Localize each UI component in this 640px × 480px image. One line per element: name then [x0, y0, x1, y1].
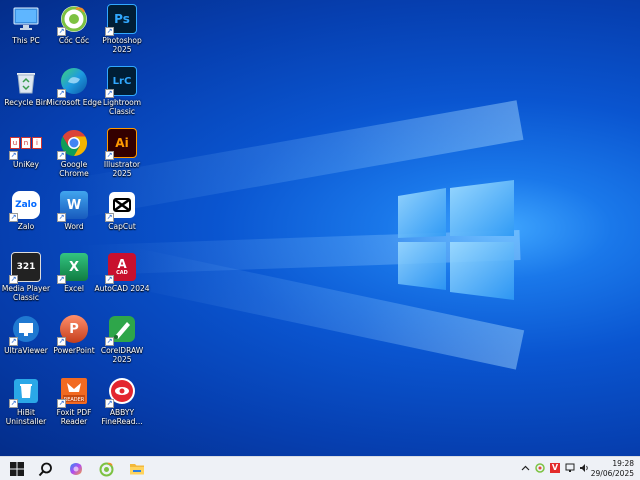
desktop-icon-zalo[interactable]: Zalo ↗ Zalo	[0, 190, 52, 248]
desktop-icon-hibit-uninstaller[interactable]: ↗ HiBit Uninstaller	[0, 376, 52, 434]
network-icon[interactable]	[565, 463, 575, 473]
coreldraw-icon: ↗	[105, 314, 137, 346]
desktop-icon-illustrator-2025[interactable]: Ai ↗ Illustrator 2025	[96, 128, 148, 186]
copilot-button[interactable]	[67, 460, 85, 478]
foxit-pdf-reader-icon: READER ↗	[57, 376, 89, 408]
desktop-icon-capcut[interactable]: ↗ CapCut	[96, 190, 148, 248]
shortcut-arrow-icon: ↗	[105, 27, 114, 36]
tray-coc-coc-icon[interactable]	[535, 463, 545, 473]
zalo-icon: Zalo ↗	[9, 190, 41, 222]
ultraviewer-icon: ↗	[9, 314, 41, 346]
shortcut-arrow-icon: ↗	[9, 399, 18, 408]
desktop-icon-autocad-2024[interactable]: A CAD ↗ AutoCAD 2024	[94, 252, 150, 310]
show-hidden-icons-chevron-up-icon[interactable]	[520, 463, 530, 473]
desktop-icon-coc-coc[interactable]: ↗ Cốc Cốc	[48, 4, 100, 62]
clock-time: 19:28	[612, 459, 634, 468]
unikey-icon: u n i ↗	[9, 128, 42, 160]
folder-icon	[130, 464, 144, 475]
lightroom-classic-icon: LrC ↗	[105, 66, 137, 98]
volume-icon[interactable]	[579, 463, 589, 473]
desktop-icon-media-player-classic[interactable]: 321 ↗ Media Player Classic	[0, 252, 52, 310]
shortcut-arrow-icon: ↗	[57, 337, 66, 346]
microsoft-edge-icon: ↗	[57, 66, 89, 98]
shortcut-arrow-icon: ↗	[105, 89, 114, 98]
autocad-icon: A CAD ↗	[105, 252, 137, 284]
desktop-icon-label: CapCut	[108, 222, 136, 231]
desktop-icon-this-pc[interactable]: This PC	[0, 4, 52, 62]
shortcut-arrow-icon: ↗	[9, 151, 18, 160]
taskbar-file-explorer[interactable]	[128, 460, 146, 478]
tray-unikey-v-icon[interactable]: V	[550, 463, 560, 473]
shortcut-arrow-icon: ↗	[105, 337, 114, 346]
google-chrome-icon: ↗	[57, 128, 89, 160]
word-icon: W ↗	[57, 190, 89, 222]
desktop-icon-microsoft-edge[interactable]: ↗ Microsoft Edge	[46, 66, 102, 124]
desktop-icon-unikey[interactable]: u n i ↗ UniKey	[0, 128, 52, 186]
desktop-icon-label: CorelDRAW 2025	[100, 346, 144, 364]
capcut-icon: ↗	[105, 190, 137, 222]
start-button[interactable]	[8, 460, 26, 478]
desktop-icon-foxit-pdf-reader[interactable]: READER ↗ Foxit PDF Reader	[48, 376, 100, 434]
desktop-icon-powerpoint[interactable]: P ↗ PowerPoint	[48, 314, 100, 372]
hibit-uninstaller-icon: ↗	[9, 376, 41, 408]
shortcut-arrow-icon: ↗	[57, 399, 66, 408]
desktop-icon-excel[interactable]: X ↗ Excel	[48, 252, 100, 310]
clock-date: 29/06/2025	[590, 469, 634, 478]
system-clock[interactable]: 19:28 29/06/2025	[591, 459, 634, 479]
coc-coc-icon: ↗	[57, 4, 89, 36]
taskbar: V 19:28 29/06/2025	[0, 456, 640, 480]
desktop-icon-coreldraw-2025[interactable]: ↗ CorelDRAW 2025	[96, 314, 148, 372]
desktop-icon-label: Illustrator 2025	[103, 160, 141, 178]
shortcut-arrow-icon: ↗	[57, 275, 66, 284]
desktop-icon-lightroom-classic[interactable]: LrC ↗ Lightroom Classic	[96, 66, 148, 124]
svg-text:READER: READER	[64, 397, 85, 403]
abbyy-finereader-icon: ↗	[105, 376, 137, 408]
windows-start-icon	[10, 462, 24, 476]
coc-coc-icon	[99, 462, 113, 476]
shortcut-arrow-icon: ↗	[57, 151, 66, 160]
search-button[interactable]	[36, 460, 54, 478]
desktop-icon-google-chrome[interactable]: ↗ Google Chrome	[48, 128, 100, 186]
shortcut-arrow-icon: ↗	[57, 213, 66, 222]
shortcut-arrow-icon: ↗	[105, 213, 114, 222]
shortcut-arrow-icon: ↗	[105, 399, 114, 408]
desktop-icon-abbyy-finereader[interactable]: ↗ ABBYY FineRead...	[96, 376, 148, 434]
shortcut-arrow-icon: ↗	[105, 275, 114, 284]
shortcut-arrow-icon: ↗	[57, 89, 66, 98]
shortcut-arrow-icon: ↗	[9, 213, 18, 222]
desktop-icon-label: ABBYY FineRead...	[101, 408, 143, 426]
shortcut-arrow-icon: ↗	[105, 151, 114, 160]
desktop-icon-label: Lightroom Classic	[102, 98, 142, 116]
taskbar-coc-coc[interactable]	[97, 460, 115, 478]
desktop-icon-label: Photoshop 2025	[102, 36, 142, 54]
shortcut-arrow-icon: ↗	[9, 275, 18, 284]
recycle-bin-icon	[11, 66, 41, 96]
desktop-wallpaper[interactable]: This PC Recycle Bin u n i ↗ UniKey Zalo …	[0, 0, 640, 456]
desktop-icon-label: AutoCAD 2024	[94, 284, 150, 293]
excel-icon: X ↗	[57, 252, 89, 284]
monitor-icon	[11, 4, 41, 34]
powerpoint-icon: P ↗	[57, 314, 89, 346]
copilot-icon	[70, 463, 82, 475]
desktop-icon-recycle-bin[interactable]: Recycle Bin	[0, 66, 52, 124]
desktop-icon-photoshop-2025[interactable]: Ps ↗ Photoshop 2025	[96, 4, 148, 62]
media-player-classic-icon: 321 ↗	[9, 252, 41, 284]
desktop-icon-word[interactable]: W ↗ Word	[48, 190, 100, 248]
illustrator-icon: Ai ↗	[105, 128, 137, 160]
windows-logo-wallpaper	[398, 180, 514, 300]
search-icon	[38, 462, 52, 476]
photoshop-icon: Ps ↗	[105, 4, 137, 36]
shortcut-arrow-icon: ↗	[9, 337, 18, 346]
shortcut-arrow-icon: ↗	[57, 27, 66, 36]
desktop-icon-ultraviewer[interactable]: ↗ UltraViewer	[0, 314, 52, 372]
